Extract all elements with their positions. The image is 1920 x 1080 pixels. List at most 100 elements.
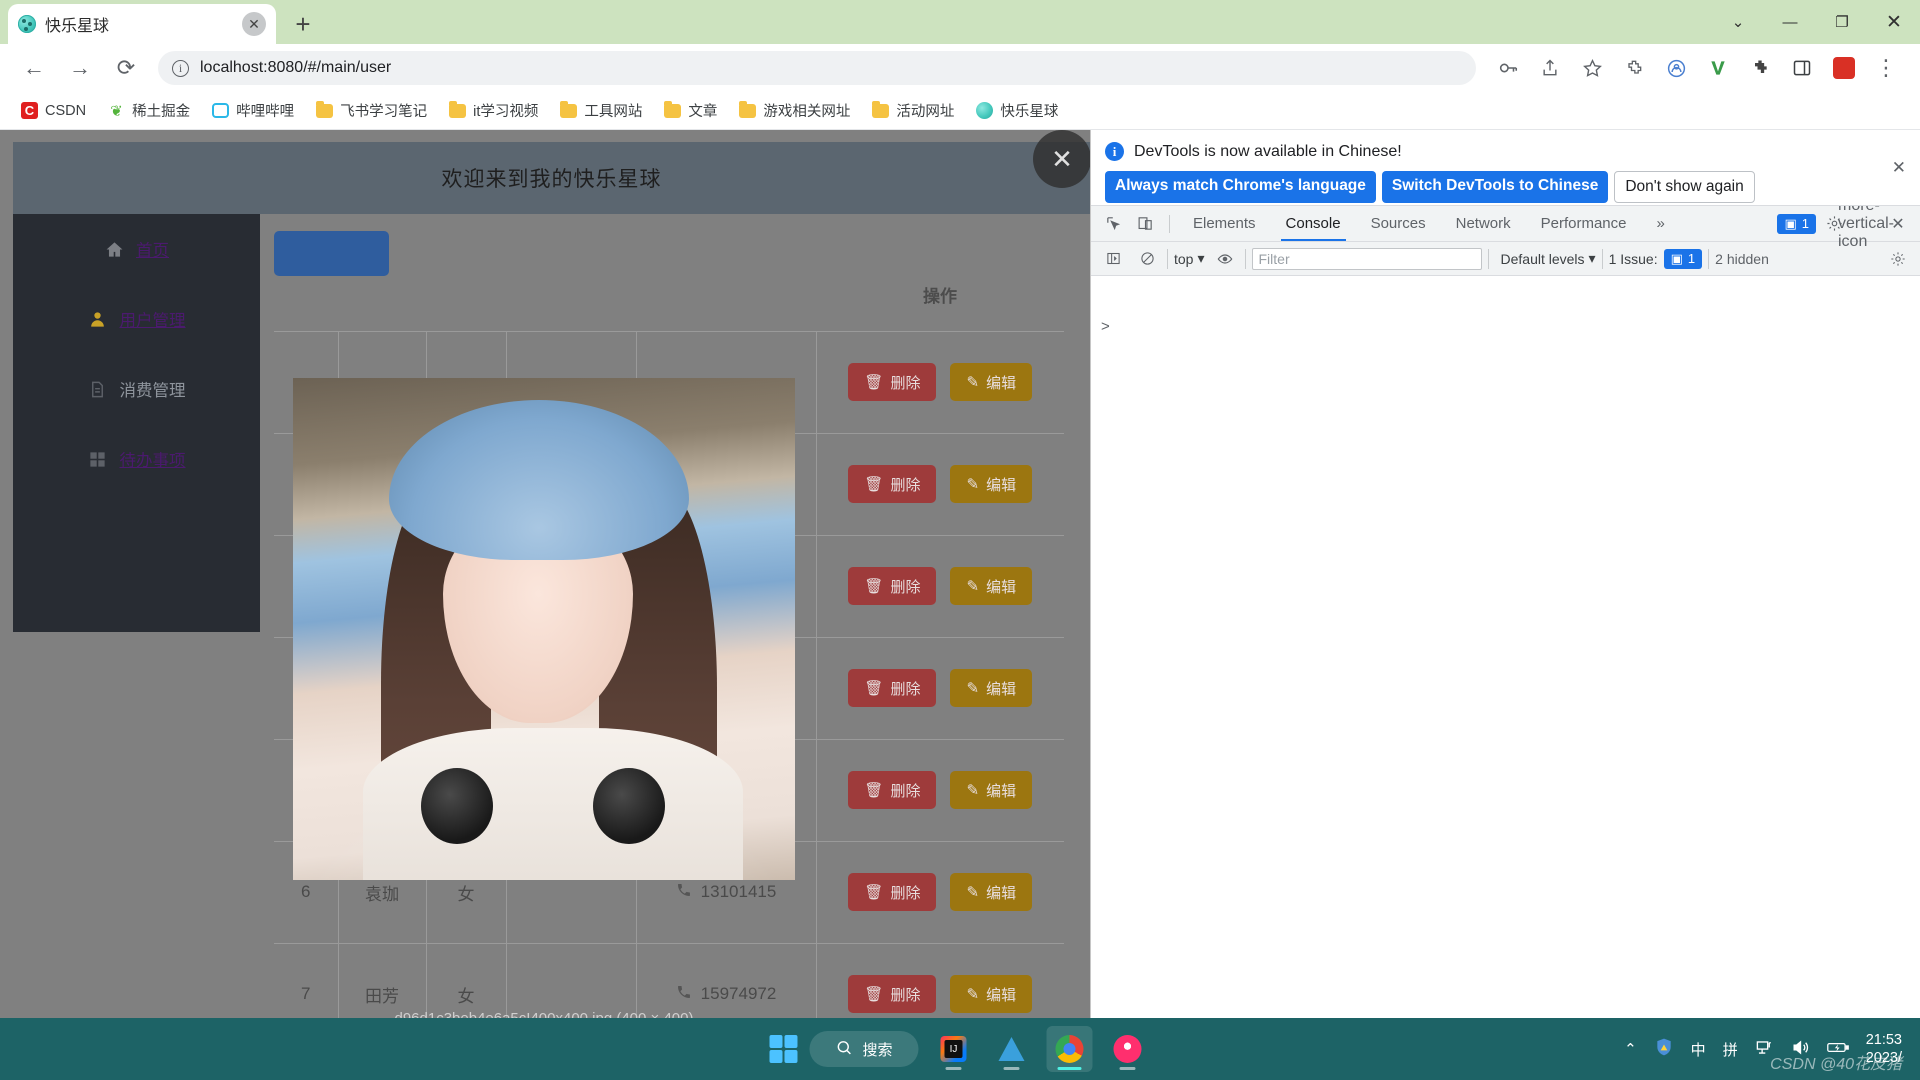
console-settings-gear-icon[interactable] xyxy=(1884,245,1912,273)
share-icon[interactable] xyxy=(1530,48,1570,88)
tab-elements[interactable]: Elements xyxy=(1180,207,1269,241)
message-badge[interactable]: ▣ 1 xyxy=(1777,213,1816,234)
bookmark-label: 哔哩哔哩 xyxy=(236,104,295,120)
console-output-area[interactable]: > xyxy=(1091,312,1920,1018)
puzzle-icon[interactable] xyxy=(1740,48,1780,88)
key-icon[interactable] xyxy=(1488,48,1528,88)
bookmark-bilibili[interactable]: 哔哩哔哩 xyxy=(203,96,303,125)
bookmark-juejin[interactable]: ❦ 稀土掘金 xyxy=(99,96,199,125)
sidepanel-icon[interactable] xyxy=(1782,48,1822,88)
close-icon[interactable]: ✕ xyxy=(1892,158,1906,178)
info-icon: i xyxy=(1105,142,1124,161)
bookmark-activities[interactable]: 活动网址 xyxy=(863,96,963,125)
bookmark-feishu-notes[interactable]: 飞书学习笔记 xyxy=(307,96,436,125)
taskbar-app-intellij-idea[interactable] xyxy=(931,1026,977,1072)
windows-start-icon[interactable] xyxy=(769,1035,798,1063)
bookmark-csdn[interactable]: C CSDN xyxy=(12,98,95,123)
taskbar-app-chrome[interactable] xyxy=(1046,1026,1093,1072)
bookmark-games[interactable]: 游戏相关网址 xyxy=(730,96,859,125)
more-vertical-icon[interactable]: ⋮ xyxy=(1866,48,1906,88)
divider xyxy=(1708,248,1710,269)
hidden-messages-label[interactable]: 2 hidden xyxy=(1715,251,1769,267)
message-count: 1 xyxy=(1801,216,1809,231)
intellij-icon xyxy=(940,1036,967,1062)
bookmark-it-videos[interactable]: it学习视频 xyxy=(440,96,547,125)
more-vertical-icon[interactable]: more-vertical-icon xyxy=(1838,197,1894,250)
chrome-icon xyxy=(1055,1035,1084,1063)
taskbar-app-firefox-dev[interactable] xyxy=(1105,1026,1151,1072)
inspect-cursor-icon[interactable] xyxy=(1099,210,1127,238)
tab-strip: 快乐星球 ✕ + ⌄ — ❐ ✕ xyxy=(0,0,1920,44)
preview-image[interactable] xyxy=(293,378,795,880)
close-icon[interactable]: ✕ xyxy=(242,12,266,36)
live-expression-icon[interactable] xyxy=(1211,245,1239,273)
dont-show-again-button[interactable]: Don't show again xyxy=(1614,171,1755,203)
shield-warning-icon[interactable] xyxy=(1654,1037,1674,1061)
preview-art-shirt xyxy=(363,728,743,880)
bookmark-label: 游戏相关网址 xyxy=(763,104,851,120)
bookmark-articles[interactable]: 文章 xyxy=(655,96,726,125)
firefox-icon xyxy=(1113,1035,1142,1063)
more-tabs-button[interactable]: » xyxy=(1644,207,1678,241)
browser-tab[interactable]: 快乐星球 ✕ xyxy=(8,4,276,44)
chevron-down-icon[interactable]: ⌄ xyxy=(1712,0,1764,44)
new-tab-button[interactable]: + xyxy=(286,7,320,41)
close-devtools-icon[interactable]: ✕ xyxy=(1884,210,1912,238)
ime-mode-icon[interactable]: 中 xyxy=(1691,1039,1706,1060)
console-prompt[interactable]: > xyxy=(1101,318,1110,335)
screenshot-watermark: CSDN @40花皮猪 xyxy=(1770,1056,1902,1073)
switch-devtools-language-button[interactable]: Switch DevTools to Chinese xyxy=(1381,171,1609,203)
running-indicator xyxy=(1057,1067,1082,1070)
profile-circle-icon[interactable] xyxy=(1656,48,1696,88)
message-icon: ▣ xyxy=(1670,250,1683,266)
log-levels-selector[interactable]: Default levels ▾ xyxy=(1501,250,1596,267)
bookmark-tools[interactable]: 工具网站 xyxy=(551,96,651,125)
bookmark-happy-planet[interactable]: 快乐星球 xyxy=(967,96,1067,125)
close-window-button[interactable]: ✕ xyxy=(1868,0,1920,44)
execution-context-selector[interactable]: top ▾ xyxy=(1174,250,1205,267)
taskbar-search-box[interactable]: 搜索 xyxy=(809,1031,919,1067)
devtools-language-banner: i DevTools is now available in Chinese! … xyxy=(1091,130,1920,206)
minimize-button[interactable]: — xyxy=(1764,0,1816,44)
maximize-button[interactable]: ❐ xyxy=(1816,0,1868,44)
chevron-down-icon: ▾ xyxy=(1197,250,1205,266)
bookmark-label: 活动网址 xyxy=(896,104,955,120)
folder-icon xyxy=(449,100,467,118)
csdn-icon: C xyxy=(21,102,38,119)
tab-performance[interactable]: Performance xyxy=(1528,207,1640,241)
device-toggle-icon[interactable] xyxy=(1131,210,1159,238)
clear-console-icon[interactable] xyxy=(1133,245,1161,273)
back-icon[interactable]: ← xyxy=(14,48,54,88)
issues-badge: ▣ 1 xyxy=(1663,248,1703,269)
filter-input[interactable]: Filter xyxy=(1251,247,1482,270)
preview-close-button[interactable]: ✕ xyxy=(1033,130,1090,188)
bookmark-label: CSDN xyxy=(45,102,87,119)
preview-art-hat xyxy=(389,400,689,560)
reload-icon[interactable]: ⟳ xyxy=(106,48,146,88)
taskbar-app-vscode[interactable] xyxy=(989,1026,1035,1072)
extensions-puzzle-icon[interactable] xyxy=(1614,48,1654,88)
vimium-icon[interactable] xyxy=(1698,48,1738,88)
always-match-language-button[interactable]: Always match Chrome's language xyxy=(1105,171,1376,203)
star-icon[interactable] xyxy=(1572,48,1612,88)
avatar-icon[interactable] xyxy=(1824,48,1864,88)
bookmark-label: 工具网站 xyxy=(584,104,643,120)
bookmark-label: 文章 xyxy=(688,104,718,120)
tab-console[interactable]: Console xyxy=(1273,207,1354,241)
ime-pinyin-icon[interactable]: 拼 xyxy=(1723,1039,1738,1060)
address-bar[interactable]: i localhost:8080/#/main/user xyxy=(158,51,1476,85)
console-sidebar-icon[interactable] xyxy=(1099,245,1127,273)
bookmark-label: 快乐星球 xyxy=(1000,104,1059,120)
tab-sources[interactable]: Sources xyxy=(1358,207,1439,241)
running-indicator xyxy=(1119,1067,1136,1070)
divider xyxy=(1601,248,1603,269)
tab-network[interactable]: Network xyxy=(1443,207,1524,241)
divider xyxy=(1244,248,1246,269)
issues-counter[interactable]: 1 Issue: ▣ 1 xyxy=(1609,248,1703,269)
bookmark-label: it学习视频 xyxy=(473,104,539,120)
devtools-tab-bar: Elements Console Sources Network Perform… xyxy=(1091,197,1920,250)
site-info-icon[interactable]: i xyxy=(172,59,189,77)
forward-icon[interactable]: → xyxy=(60,48,100,88)
tray-overflow-icon[interactable]: ⌃ xyxy=(1624,1040,1637,1058)
planet-icon xyxy=(976,102,994,119)
